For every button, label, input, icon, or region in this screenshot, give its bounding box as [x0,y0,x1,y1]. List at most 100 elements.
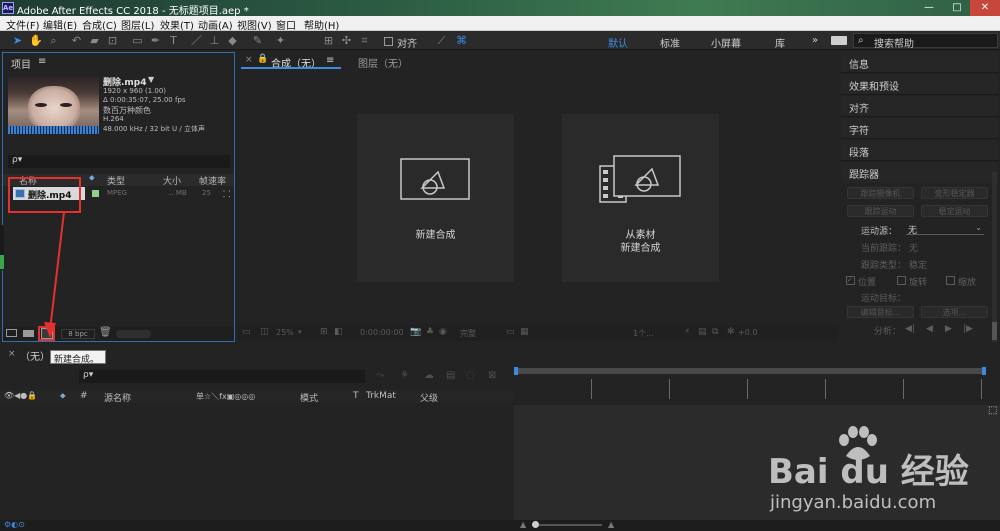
region-of-interest-icon[interactable]: ▭ [506,327,515,337]
fast-previews-icon[interactable]: ⚡ [684,327,690,337]
show-snapshot-icon[interactable]: ♣ [426,327,434,337]
comp-mini-flowchart-icon[interactable]: ⤳ [376,370,384,381]
zoom-dropdown-arrow-icon[interactable]: ▾ [298,328,302,336]
analyze-back-all-icon[interactable]: ◀| [905,324,915,334]
motion-source-value: 无 [908,226,918,236]
work-area-start-handle[interactable] [514,367,518,375]
new-composition-label: 新建合成 [415,230,456,241]
motion-blur-icon[interactable]: ◌ [466,370,475,381]
time-ruler[interactable] [514,379,986,399]
rotation-checkbox[interactable] [897,276,906,285]
options-button[interactable]: 选项... [921,306,988,318]
from-footage-label-line2: 新建合成 [620,243,661,254]
right-panel-stack: 信息 效果和预设 对齐 字符 段落 跟踪器 跟踪摄像机 变形稳定器 跟踪运动 稳… [841,52,998,342]
new-composition-from-footage-tile[interactable]: 从素材 新建合成 [562,114,719,282]
timeline-search-icon: ρ▾ [83,370,94,380]
scale-checkbox[interactable] [946,276,955,285]
flowchart-icon[interactable]: ⧉ [712,327,718,337]
panel-edge [0,225,4,270]
info-panel-header[interactable]: 信息 [841,52,998,73]
analyze-label: 分析： [874,327,902,337]
resolution-dropdown[interactable]: 完整 [460,328,476,339]
analyze-forward-all-icon[interactable]: |▶ [963,324,973,334]
frame-blending-icon[interactable]: ▤ [446,370,455,381]
timeline-comp-tab[interactable]: （无） [20,348,50,363]
warp-stabilizer-button[interactable]: 变形稳定器 [921,187,988,199]
composition-menu-icon[interactable]: ≡ [326,55,334,66]
draft-3d-icon[interactable]: ⚘ [400,370,409,381]
motion-source-label: 运动源： [861,227,898,237]
footage-composition-icon [599,155,681,203]
edit-target-button[interactable]: 编辑目标... [847,306,914,318]
track-camera-button[interactable]: 跟踪摄像机 [847,187,914,199]
graph-editor-icon[interactable]: ⊠ [488,370,496,381]
motion-source-select[interactable]: 无 ⌄ [906,222,984,236]
scale-label: 缩放 [958,278,977,288]
scrollbar-thumb[interactable] [992,322,997,340]
label-column-icon[interactable]: ⬥ [60,391,66,401]
av-features-icon[interactable]: 👁◀●🔒 [4,391,37,400]
render-time-icon[interactable]: ⚙◐⊙ [4,520,25,529]
mode-column[interactable]: 模式 [300,391,318,404]
timeline-close-icon[interactable]: × [8,349,16,359]
composition-controls: ▭ ◫ 25% ▾ ⊞ ◧ 0:00:00:00 📷 ♣ ◉ 完整 ▭ ▦ 1个… [238,325,838,341]
new-composition-highlight [38,326,55,341]
monitor-icon[interactable]: ◫ [260,327,269,337]
track-motion-button[interactable]: 跟踪运动 [847,205,914,217]
new-composition-tooltip: 新建合成。 [50,350,106,365]
right-panel-scrollbar[interactable] [992,172,997,342]
color-channel-icon[interactable]: ◉ [439,327,447,337]
analyze-back-icon[interactable]: ◀ [926,324,933,334]
parent-column[interactable]: 父级 [420,391,438,404]
lock-icon[interactable]: 🔒 [257,54,268,64]
character-panel-header[interactable]: 字符 [841,118,998,139]
audio-meter-level [0,255,4,269]
zoom-in-icon[interactable]: ▲ [608,520,614,529]
transparency-grid-icon[interactable]: ▦ [520,327,529,337]
layer-number-column[interactable]: # [80,391,88,401]
timeline-search-input[interactable]: ρ▾ [79,370,365,383]
work-area-bar[interactable] [514,368,986,374]
switches-column[interactable]: 单☆＼fx▣◎◎◎ [196,391,255,402]
timeline-zoom-slider[interactable] [532,521,602,528]
info-label: 信息 [849,60,869,71]
reset-exposure-icon[interactable]: ✻ [727,327,735,337]
position-checkbox[interactable]: ✓ [846,276,855,285]
mask-icon[interactable]: ◧ [334,327,343,337]
snapshot-icon[interactable]: 📷 [410,327,421,337]
track-matte-t-column[interactable]: T [353,391,359,401]
exposure-value[interactable]: +0.0 [738,328,757,337]
rotation-label: 旋转 [909,278,928,288]
track-type-value: 稳定 [909,261,928,271]
paragraph-panel-header[interactable]: 段落 [841,140,998,161]
baidu-brand-text: Bai du 经验 [768,452,969,492]
layer-tab[interactable]: 图层（无） [358,55,408,70]
grid-icon[interactable]: ⊞ [320,327,328,337]
current-time[interactable]: 0:00:00:00 [360,328,404,337]
new-composition-icon [400,158,470,200]
zoom-slider-handle[interactable] [532,521,539,528]
active-tab-indicator [241,67,341,69]
zoom-dropdown[interactable]: 25% [276,328,294,337]
shy-layers-icon[interactable]: ☁ [424,370,434,381]
align-panel-header[interactable]: 对齐 [841,96,998,117]
baidu-watermark: Bai du 经验 jingyan.baidu.com [768,426,978,516]
source-name-column[interactable]: 源名称 [104,391,131,404]
zoom-out-icon[interactable]: ▲ [520,520,526,529]
effects-presets-panel-header[interactable]: 效果和预设 [841,74,998,95]
character-label: 字符 [849,126,869,137]
align-panel-label: 对齐 [849,104,869,115]
timeline-icon[interactable]: ▤ [698,327,707,337]
position-label: 位置 [858,278,877,288]
always-preview-icon[interactable]: ▭ [242,327,251,337]
views-dropdown[interactable]: 1个... [633,328,654,339]
analyze-forward-icon[interactable]: ▶ [945,324,952,334]
new-composition-tile[interactable]: 新建合成 [357,114,514,282]
status-bar: ⚙◐⊙ ▲ ▲ [0,520,1000,531]
close-tab-icon[interactable]: × [245,55,253,65]
trkmat-column[interactable]: TrkMat [366,391,396,401]
work-area-end-handle[interactable] [982,367,986,375]
stabilize-motion-button[interactable]: 稳定运动 [921,205,988,217]
tracker-panel-header[interactable]: 跟踪器 [841,162,998,183]
comp-button-icon[interactable]: ⬚ [988,405,997,416]
